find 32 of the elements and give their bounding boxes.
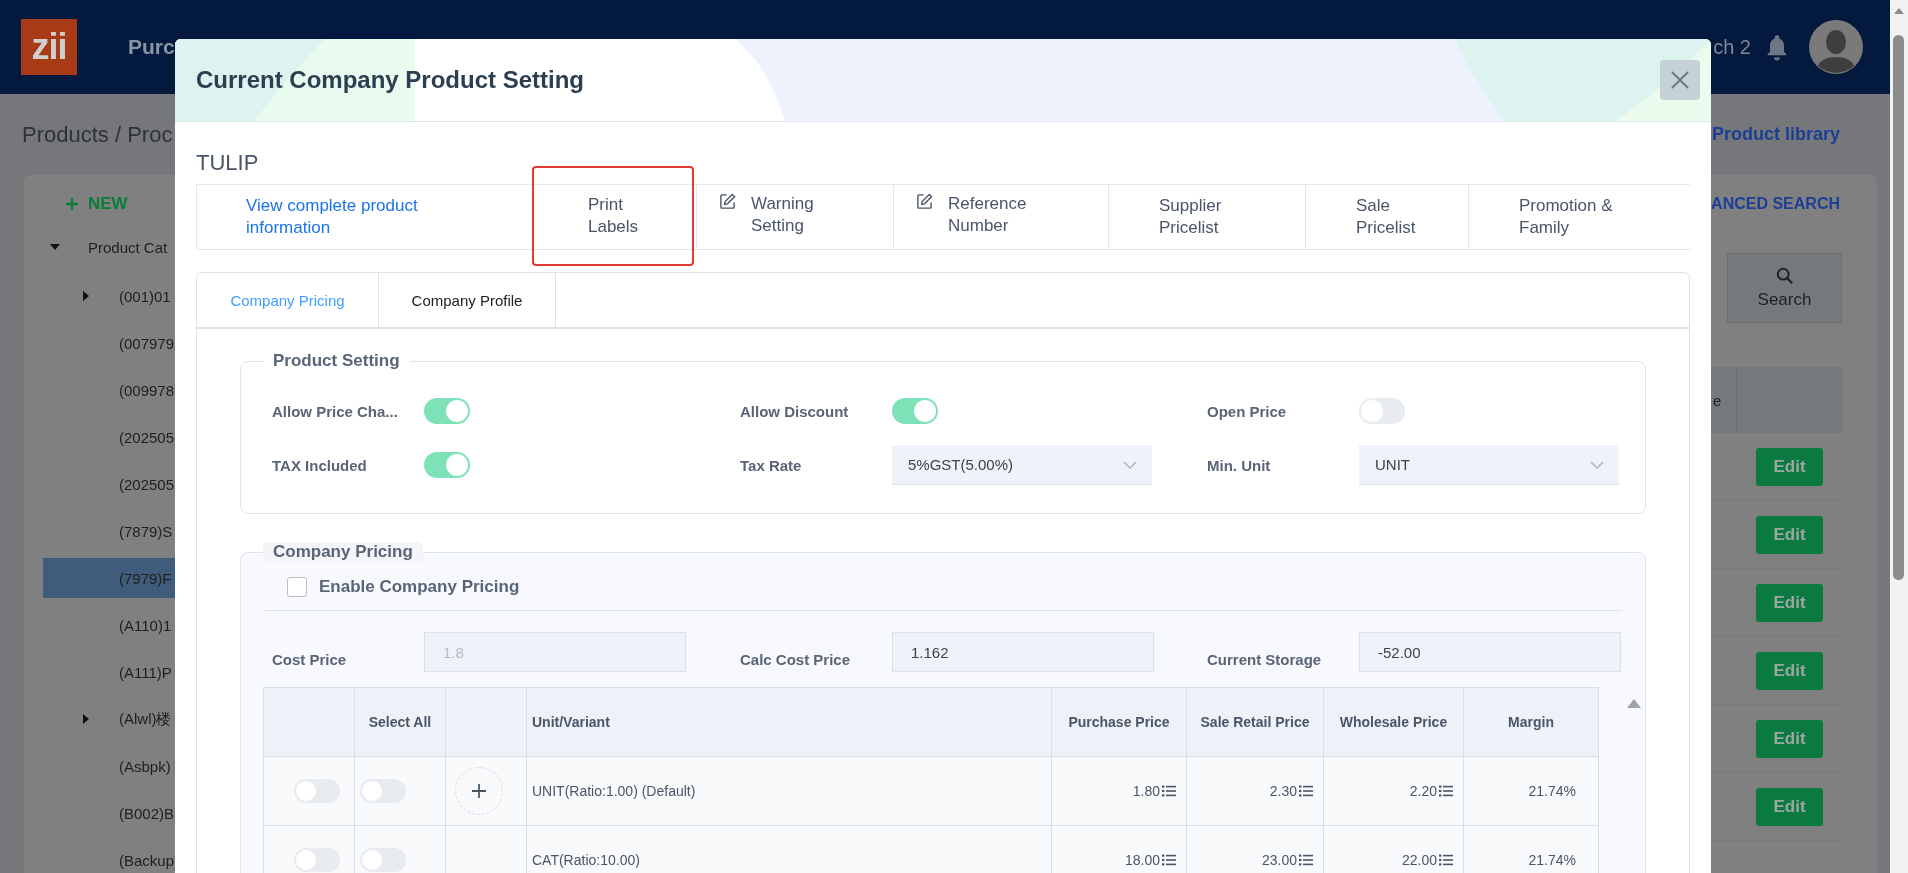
table-cell: CAT(Ratio:10.00) xyxy=(526,825,1052,873)
field-label: Current Storage xyxy=(1207,649,1323,668)
table-cell: 21.74% xyxy=(1463,825,1599,873)
column-header: Margin xyxy=(1463,687,1599,757)
price-text: 2.20 xyxy=(1409,783,1437,799)
dialog-title: Current Company Product Setting xyxy=(196,66,585,94)
price-text: 1.80 xyxy=(1132,783,1160,799)
price-text: 22.00 xyxy=(1401,852,1437,868)
column-header: Sale Retail Price xyxy=(1186,687,1324,757)
product-name: TULIP xyxy=(196,150,260,176)
table-cell: 21.74% xyxy=(1463,756,1599,826)
field-label: Allow Price Cha... xyxy=(272,402,399,420)
section-title: Company Pricing xyxy=(263,542,423,562)
column-header: Wholesale Price xyxy=(1323,687,1464,757)
field-label: Tax Rate xyxy=(740,456,803,474)
field-label: Calc Cost Price xyxy=(740,649,852,668)
price-text: 23.00 xyxy=(1261,852,1297,868)
price-text: 18.00 xyxy=(1124,852,1160,868)
field-label: Allow Discount xyxy=(740,402,850,420)
column-header: Unit/Variant xyxy=(526,687,1052,757)
app-title: Purc xyxy=(128,35,175,59)
section-title: Product Setting xyxy=(272,351,401,371)
field-label: TAX Included xyxy=(272,456,368,474)
logo: zii xyxy=(21,19,77,75)
field-label: Cost Price xyxy=(272,649,348,668)
field-label: Open Price xyxy=(1207,402,1288,420)
price-text: 2.30 xyxy=(1269,783,1297,799)
breadcrumb: Products / Proc xyxy=(22,121,173,148)
column-header: Select All xyxy=(354,687,446,757)
column-header: Purchase Price xyxy=(1051,687,1187,757)
table-cell: UNIT(Ratio:1.00) (Default) xyxy=(526,756,1052,826)
field-label: Min. Unit xyxy=(1207,456,1272,474)
